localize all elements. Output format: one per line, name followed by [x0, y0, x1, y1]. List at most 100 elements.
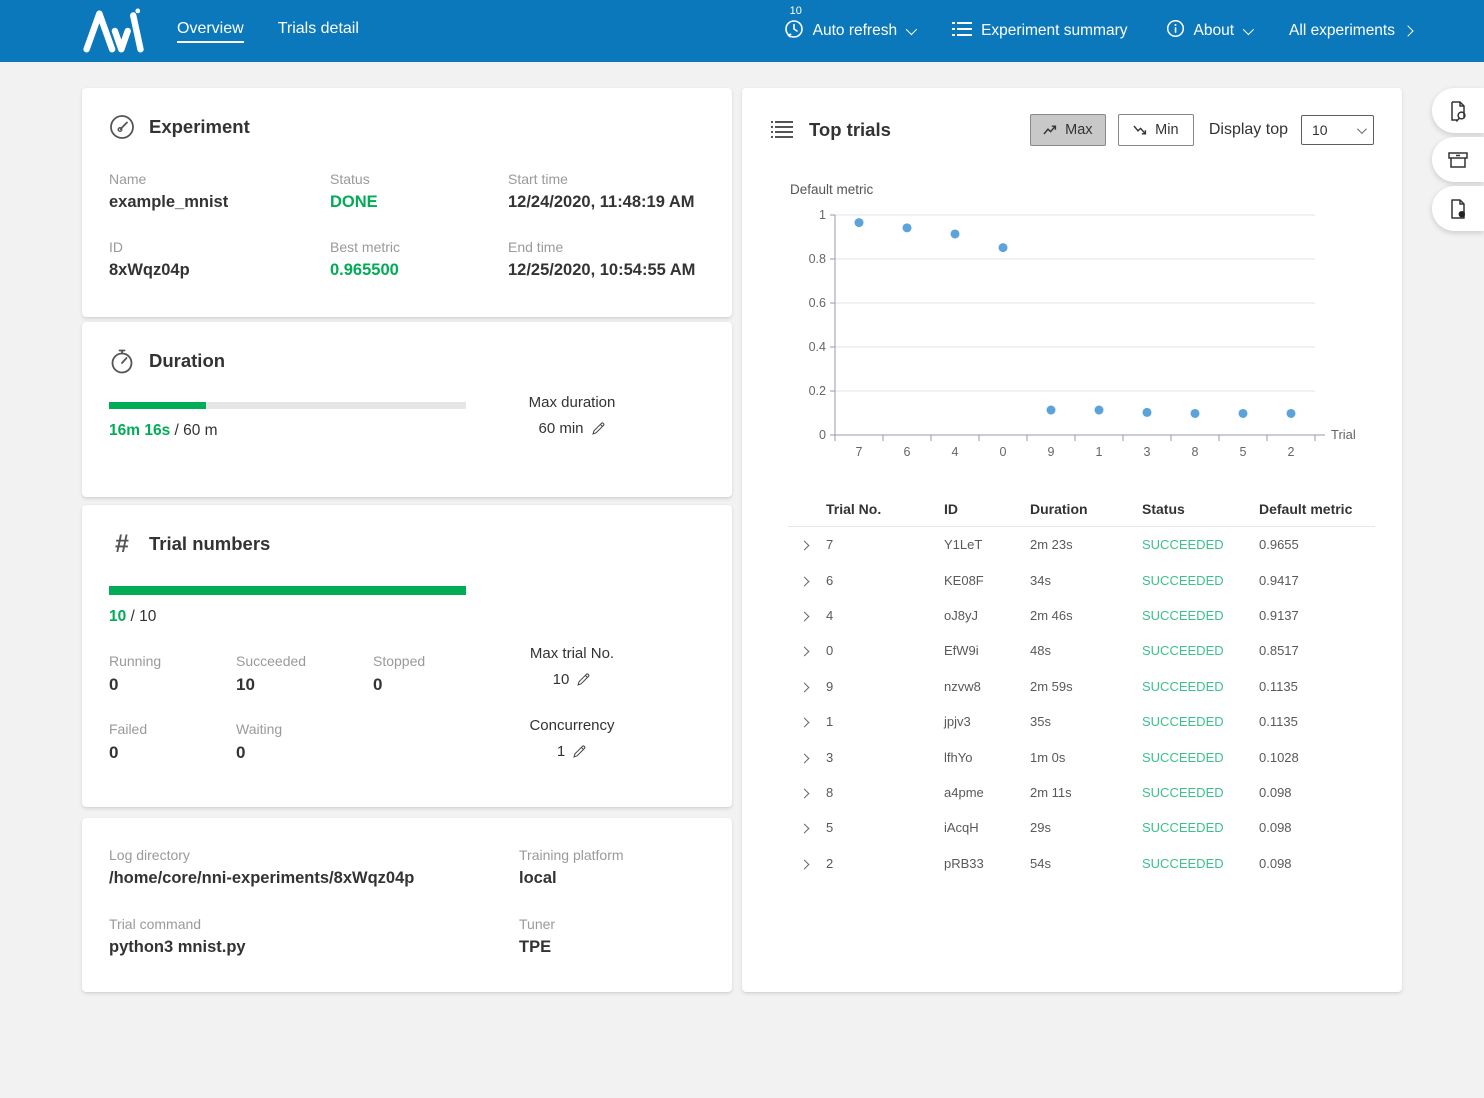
expand-row-chevron-icon[interactable] — [800, 859, 810, 869]
search-space-panel-button[interactable] — [1432, 88, 1484, 133]
top-navbar: Overview Trials detail 10 Auto refresh — [0, 0, 1484, 62]
display-top-select[interactable]: 10 — [1301, 115, 1374, 145]
table-row: 0EfW9i48sSUCCEEDED0.8517 — [788, 633, 1375, 668]
expand-row-chevron-icon[interactable] — [800, 612, 810, 622]
expand-row-chevron-icon[interactable] — [800, 718, 810, 728]
duration-progress-bar — [109, 402, 466, 409]
cell-trial-no: 0 — [826, 643, 944, 658]
column-header[interactable]: Default metric — [1259, 501, 1375, 517]
expand-row-chevron-icon[interactable] — [800, 541, 810, 551]
cell-duration: 2m 46s — [1030, 608, 1142, 623]
count-label: Succeeded — [236, 653, 373, 669]
svg-text:2: 2 — [1288, 445, 1295, 459]
config-fields: Log directory/home/core/nni-experiments/… — [109, 847, 712, 957]
field-value: 8xWqz04p — [109, 261, 330, 280]
experiment-summary-label: Experiment summary — [981, 22, 1127, 40]
cell-default-metric: 0.9655 — [1259, 537, 1375, 552]
edit-max-trial-button[interactable] — [576, 672, 591, 687]
field: Best metric0.965500 — [330, 239, 508, 280]
cell-default-metric: 0.1135 — [1259, 714, 1375, 729]
expand-row-chevron-icon[interactable] — [800, 647, 810, 657]
field-value: DONE — [330, 193, 508, 212]
svg-text:7: 7 — [856, 445, 863, 459]
trial-count: Running0 — [109, 653, 236, 695]
expand-row-chevron-icon[interactable] — [800, 753, 810, 763]
table-row: 5iAcqH29sSUCCEEDED0.098 — [788, 810, 1375, 845]
svg-text:0.2: 0.2 — [809, 384, 826, 398]
auto-refresh-interval-badge: 10 — [790, 5, 802, 17]
auto-refresh-menu[interactable]: 10 Auto refresh — [784, 19, 914, 44]
cell-status: SUCCEEDED — [1142, 608, 1259, 623]
version-info-button[interactable] — [1432, 186, 1484, 231]
cell-status: SUCCEEDED — [1142, 820, 1259, 835]
field-label: ID — [109, 239, 330, 255]
cell-trial-no: 3 — [826, 750, 944, 765]
experiment-card-title: Experiment — [109, 114, 732, 140]
field-label: Name — [109, 171, 330, 187]
table-row: 6KE08F34sSUCCEEDED0.9417 — [788, 562, 1375, 597]
count-value: 0 — [109, 743, 236, 763]
top-trials-controls: Max Min Display top 10 — [1030, 114, 1374, 146]
stopwatch-icon — [109, 348, 135, 374]
experiment-card: Experiment Nameexample_mnistStatusDONESt… — [82, 88, 732, 317]
archive-box-icon — [1446, 148, 1470, 172]
all-experiments-link[interactable]: All experiments — [1289, 22, 1412, 40]
expand-row-chevron-icon[interactable] — [800, 824, 810, 834]
cell-trial-no: 5 — [826, 820, 944, 835]
cell-default-metric: 0.1135 — [1259, 679, 1375, 694]
field-label: Trial command — [109, 916, 519, 932]
about-menu[interactable]: About — [1166, 19, 1252, 43]
card-title-text: Top trials — [809, 119, 891, 141]
expand-row-chevron-icon[interactable] — [800, 682, 810, 692]
cell-duration: 35s — [1030, 714, 1142, 729]
field: ID 8xWqz04p — [109, 239, 330, 280]
field-label: Training platform — [519, 847, 712, 863]
tab-overview[interactable]: Overview — [177, 20, 244, 43]
cell-duration: 2m 23s — [1030, 537, 1142, 552]
clock-icon — [784, 19, 804, 44]
config-panel-button[interactable] — [1432, 137, 1484, 182]
display-top-label: Display top — [1209, 121, 1288, 139]
edit-concurrency-button[interactable] — [572, 744, 587, 759]
trials-progress-fill — [109, 586, 466, 595]
count-label: Stopped — [373, 653, 469, 669]
column-header[interactable]: Duration — [1030, 501, 1142, 517]
max-button[interactable]: Max — [1030, 114, 1106, 146]
trial-numbers-card-title: # Trial numbers — [109, 531, 732, 557]
trial-counts: Running0Succeeded10Stopped0Failed0Waitin… — [109, 653, 469, 763]
chevron-cell — [788, 785, 826, 800]
about-label: About — [1194, 22, 1235, 40]
chevron-cell — [788, 537, 826, 552]
column-header[interactable]: Status — [1142, 501, 1259, 517]
tab-trials-detail[interactable]: Trials detail — [278, 20, 359, 43]
cell-default-metric: 0.1028 — [1259, 750, 1375, 765]
column-header[interactable]: Trial No. — [826, 501, 944, 517]
expand-row-chevron-icon[interactable] — [800, 788, 810, 798]
experiment-summary-button[interactable]: Experiment summary — [952, 20, 1127, 43]
min-button[interactable]: Min — [1118, 114, 1194, 146]
cell-duration: 29s — [1030, 820, 1142, 835]
field-label: Best metric — [330, 239, 508, 255]
nni-logo[interactable] — [82, 8, 146, 54]
svg-text:9: 9 — [1048, 445, 1055, 459]
chevron-cell — [788, 820, 826, 835]
expand-row-chevron-icon[interactable] — [800, 576, 810, 586]
edit-max-duration-button[interactable] — [591, 421, 606, 436]
field: Nameexample_mnist — [109, 171, 330, 212]
cell-status: SUCCEEDED — [1142, 573, 1259, 588]
svg-text:4: 4 — [952, 445, 959, 459]
svg-text:1: 1 — [1096, 445, 1103, 459]
concurrency-label: Concurrency — [492, 717, 652, 734]
count-label: Failed — [109, 721, 236, 737]
cell-id: KE08F — [944, 573, 1030, 588]
cell-duration: 1m 0s — [1030, 750, 1142, 765]
duration-card: Duration 16m 16s / 60 m Max duration 60 … — [82, 322, 732, 497]
table-row: 1jpjv335sSUCCEEDED0.1135 — [788, 704, 1375, 739]
trend-down-icon — [1133, 124, 1147, 136]
column-header[interactable]: ID — [944, 501, 1030, 517]
trial-count: Stopped0 — [373, 653, 469, 695]
top-trials-table: Trial No.IDDurationStatusDefault metric … — [788, 491, 1375, 881]
svg-text:0.4: 0.4 — [809, 340, 826, 354]
cell-status: SUCCEEDED — [1142, 785, 1259, 800]
cell-id: EfW9i — [944, 643, 1030, 658]
